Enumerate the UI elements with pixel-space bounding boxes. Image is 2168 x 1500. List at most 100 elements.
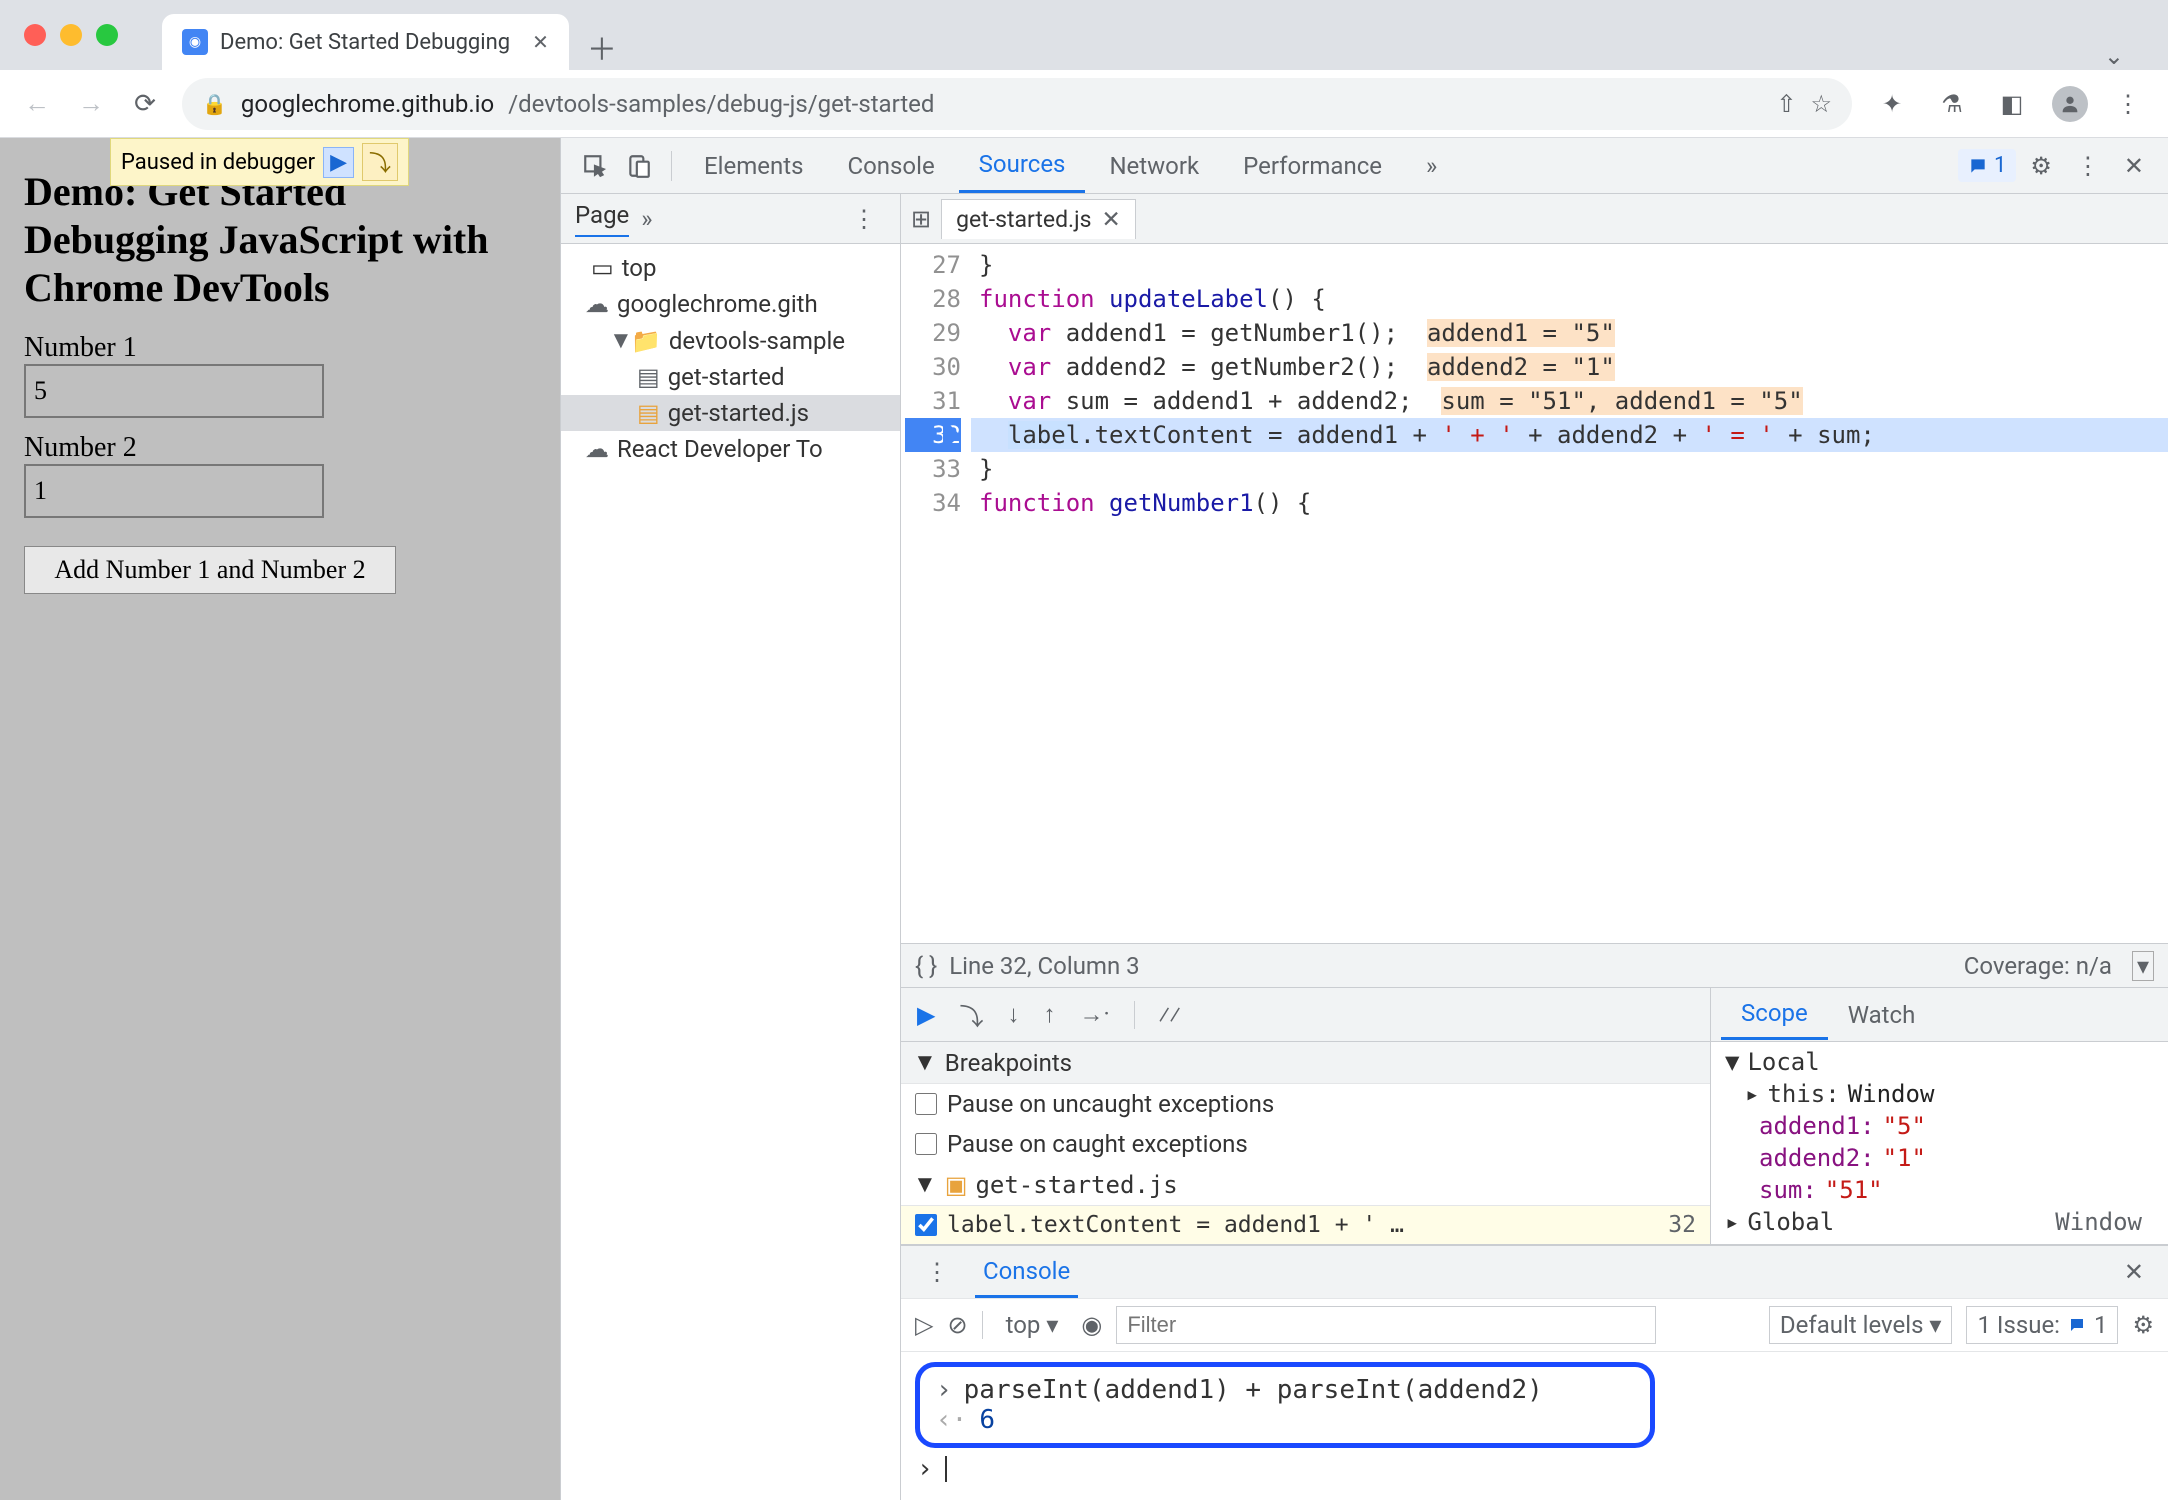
settings-icon[interactable]: ⚙ xyxy=(2020,152,2062,180)
input-number-2[interactable] xyxy=(24,464,324,518)
console-caret xyxy=(945,1456,947,1482)
inspect-icon[interactable] xyxy=(575,146,615,186)
share-icon[interactable]: ⇧ xyxy=(1776,90,1796,118)
address-bar[interactable]: 🔒 googlechrome.github.io/devtools-sample… xyxy=(182,78,1852,130)
tab-sources[interactable]: Sources xyxy=(959,138,1086,193)
close-window-icon[interactable] xyxy=(24,24,46,46)
back-button[interactable]: ← xyxy=(20,87,54,121)
minimize-window-icon[interactable] xyxy=(60,24,82,46)
console-sidebar-icon[interactable]: ▷ xyxy=(915,1311,933,1339)
close-devtools-icon[interactable]: ✕ xyxy=(2114,152,2154,180)
tree-file-js[interactable]: ▤ get-started.js xyxy=(561,395,900,431)
scope-variable[interactable]: sum: "51" xyxy=(1711,1174,2168,1206)
deactivate-breakpoints-button[interactable]: ⁄⁄ xyxy=(1159,1001,1181,1029)
page-navigator-tab[interactable]: Page xyxy=(575,201,629,237)
resume-button[interactable]: ▶ xyxy=(917,1001,935,1029)
tab-watch[interactable]: Watch xyxy=(1828,991,1936,1039)
breakpoint-entry[interactable]: label.textContent = addend1 + ' … 32 xyxy=(901,1206,1710,1244)
tree-react-ext[interactable]: ☁ React Developer To xyxy=(561,431,900,467)
tab-network[interactable]: Network xyxy=(1089,140,1219,192)
code-editor[interactable]: 2728293031323334 }function updateLabel()… xyxy=(901,244,2168,943)
editor-file-tab[interactable]: get-started.js ✕ xyxy=(941,199,1136,239)
step-button[interactable]: →· xyxy=(1079,1000,1109,1029)
page-title: Demo: Get Started Debugging JavaScript w… xyxy=(24,168,536,312)
code-line[interactable]: } xyxy=(971,248,2168,282)
console-filter-input[interactable] xyxy=(1116,1306,1656,1344)
pause-uncaught-toggle[interactable]: Pause on uncaught exceptions xyxy=(901,1084,1710,1124)
resume-icon[interactable]: ▶ xyxy=(323,147,354,178)
pause-caught-checkbox[interactable] xyxy=(915,1133,937,1155)
breakpoint-checkbox[interactable] xyxy=(915,1214,937,1236)
navigator-overflow-icon[interactable]: » xyxy=(641,205,652,233)
maximize-window-icon[interactable] xyxy=(96,24,118,46)
step-out-button[interactable]: ↑ xyxy=(1043,1000,1055,1029)
reload-button[interactable]: ⟳ xyxy=(128,87,162,121)
device-toggle-icon[interactable] xyxy=(619,146,659,186)
navigator-menu-icon[interactable]: ⋮ xyxy=(842,205,886,233)
code-line[interactable]: var sum = addend1 + addend2; sum = "51",… xyxy=(971,384,2168,418)
scope-variable[interactable]: addend1: "5" xyxy=(1711,1110,2168,1142)
pause-uncaught-checkbox[interactable] xyxy=(915,1093,937,1115)
tab-performance[interactable]: Performance xyxy=(1223,140,1402,192)
tab-console[interactable]: Console xyxy=(827,140,954,192)
code-line[interactable]: } xyxy=(971,452,2168,486)
tabs-dropdown-icon[interactable]: ⌄ xyxy=(2104,42,2124,70)
code-line[interactable]: var addend2 = getNumber2(); addend2 = "1… xyxy=(971,350,2168,384)
coverage-dropdown-icon[interactable]: ▾ xyxy=(2132,951,2154,981)
live-expression-icon[interactable]: ◉ xyxy=(1081,1311,1102,1339)
tab-elements[interactable]: Elements xyxy=(684,140,823,192)
log-levels-dropdown[interactable]: Default levels ▾ xyxy=(1769,1306,1953,1344)
input-number-1[interactable] xyxy=(24,364,324,418)
profile-avatar[interactable] xyxy=(2052,86,2088,122)
console-settings-icon[interactable]: ⚙ xyxy=(2132,1311,2154,1339)
pretty-print-icon[interactable]: { } xyxy=(915,952,937,980)
tree-origin[interactable]: ☁ googlechrome.gith xyxy=(561,286,900,322)
scope-variable[interactable]: addend2: "1" xyxy=(1711,1142,2168,1174)
bookmark-icon[interactable]: ☆ xyxy=(1810,90,1832,118)
tree-folder[interactable]: ▼📁 devtools-sample xyxy=(561,322,900,359)
console-expression: parseInt(addend1) + parseInt(addend2) xyxy=(964,1375,1543,1405)
tree-file-html[interactable]: ▤ get-started xyxy=(561,359,900,395)
tab-scope[interactable]: Scope xyxy=(1721,989,1828,1040)
drawer-menu-icon[interactable]: ⋮ xyxy=(915,1258,959,1286)
window-traffic-lights[interactable] xyxy=(24,24,118,46)
labs-icon[interactable]: ⚗ xyxy=(1932,84,1972,124)
url-path: /devtools-samples/debug-js/get-started xyxy=(508,90,934,118)
console-result: 6 xyxy=(979,1405,995,1435)
pause-caught-toggle[interactable]: Pause on caught exceptions xyxy=(901,1124,1710,1164)
close-file-icon[interactable]: ✕ xyxy=(1102,206,1121,233)
tree-top[interactable]: ▭ top xyxy=(561,250,900,286)
issues-button[interactable]: 1 Issue: 1 xyxy=(1966,1306,2118,1344)
add-button[interactable]: Add Number 1 and Number 2 xyxy=(24,546,396,594)
console-prompt[interactable]: › xyxy=(915,1448,2154,1490)
clear-console-icon[interactable]: ⊘ xyxy=(947,1311,967,1339)
extensions-icon[interactable]: ✦ xyxy=(1872,84,1912,124)
toggle-navigator-icon[interactable]: ⊞ xyxy=(911,205,931,233)
drawer-console-tab[interactable]: Console xyxy=(975,1247,1078,1298)
browser-tab[interactable]: ◉ Demo: Get Started Debugging ✕ xyxy=(162,14,569,70)
chrome-menu-icon[interactable]: ⋮ xyxy=(2108,84,2148,124)
tabs-overflow-icon[interactable]: » xyxy=(1406,140,1457,192)
close-tab-icon[interactable]: ✕ xyxy=(532,30,549,54)
side-panel-icon[interactable]: ◧ xyxy=(1992,84,2032,124)
step-into-button[interactable]: ↓ xyxy=(1007,1000,1019,1029)
step-over-button[interactable]: ⤵ xyxy=(959,997,983,1032)
code-line[interactable]: function getNumber1() { xyxy=(971,486,2168,520)
new-tab-button[interactable]: ＋ xyxy=(579,24,625,70)
bp-file-header[interactable]: ▼ ▣ get-started.js xyxy=(901,1164,1710,1206)
url-host: googlechrome.github.io xyxy=(241,90,494,118)
step-over-icon[interactable]: ⤵ xyxy=(362,143,398,181)
scope-global[interactable]: ▸GlobalWindow xyxy=(1711,1206,2168,1238)
code-line[interactable]: label.textContent = addend1 + ' + ' + ad… xyxy=(971,418,2168,452)
scope-this[interactable]: ▸this: Window xyxy=(1711,1078,2168,1110)
code-line[interactable]: var addend1 = getNumber1(); addend1 = "5… xyxy=(971,316,2168,350)
forward-button[interactable]: → xyxy=(74,87,108,121)
issues-badge[interactable]: 1 xyxy=(1958,149,2016,182)
cursor-position: Line 32, Column 3 xyxy=(949,952,1139,980)
console-context[interactable]: top ▾ xyxy=(997,1308,1068,1342)
code-line[interactable]: function updateLabel() { xyxy=(971,282,2168,316)
scope-local[interactable]: ▼Local xyxy=(1711,1046,2168,1078)
devtools-menu-icon[interactable]: ⋮ xyxy=(2066,152,2110,180)
close-drawer-icon[interactable]: ✕ xyxy=(2114,1258,2154,1286)
breakpoints-header[interactable]: ▼ Breakpoints xyxy=(901,1042,1710,1084)
